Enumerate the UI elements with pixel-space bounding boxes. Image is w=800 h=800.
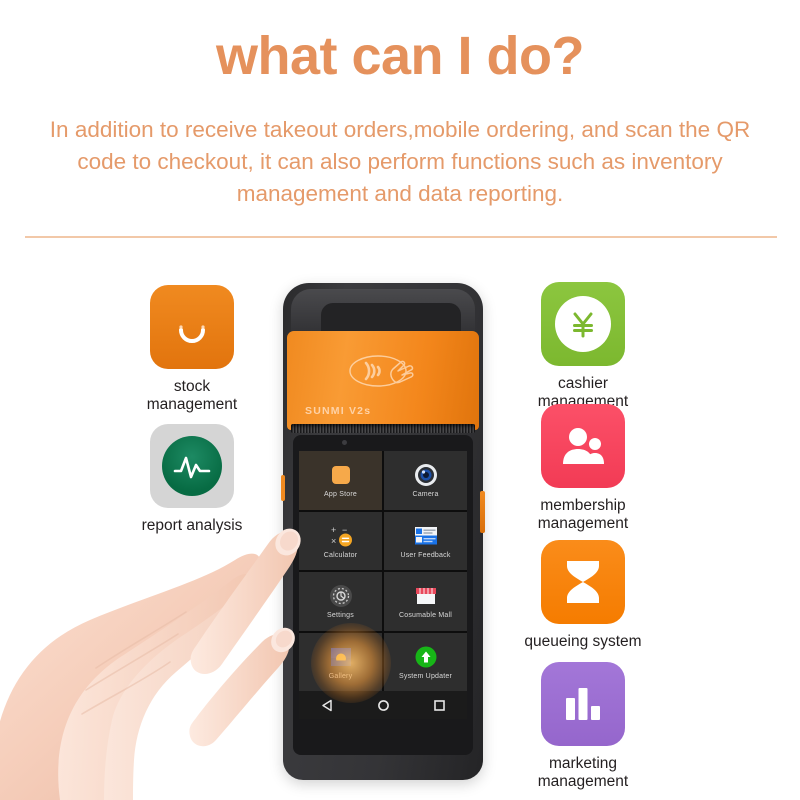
paper-slot [291, 424, 475, 433]
shop-awning-icon [413, 583, 439, 609]
shopping-bag-glyph [179, 325, 205, 343]
feedback-card-icon [413, 523, 439, 549]
square-recents-icon[interactable] [433, 699, 446, 712]
feature-label-line1: marketing [548, 755, 618, 772]
bar-chart-icon [541, 662, 625, 746]
app-label: User Feedback [400, 551, 451, 559]
feature-label-line2: management [146, 396, 238, 414]
hourglass-icon [541, 540, 625, 624]
feature-label: membership management [508, 497, 658, 534]
feature-label-line1: queueing system [524, 633, 642, 650]
feature-label-line1: membership [540, 497, 626, 514]
power-button[interactable] [480, 491, 485, 533]
printer-cover: SUNMI V2s [287, 331, 479, 430]
feature-marketing-management[interactable]: marketing management [508, 662, 658, 792]
people-glyph [563, 428, 604, 464]
feature-label-line2: management [537, 515, 629, 533]
feature-label: stock management [117, 378, 267, 415]
printer-lid-recess [321, 303, 461, 333]
shopping-bag-icon [150, 285, 234, 369]
coin-circle [555, 296, 611, 352]
header-divider [25, 236, 777, 238]
yen-coin-icon [541, 282, 625, 366]
page-subtitle: In addition to receive takeout orders,mo… [49, 117, 751, 206]
feature-label: queueing system [508, 633, 658, 651]
hourglass-glyph [567, 561, 599, 603]
device-brand-label: SUNMI V2s [305, 405, 372, 417]
page-title: what can I do? [215, 26, 585, 86]
pointing-hand [0, 528, 301, 800]
feature-label-line1: stock [173, 378, 211, 395]
app-label: Cosumable Mall [399, 612, 452, 620]
feature-label: marketing management [508, 755, 658, 792]
feature-label-line1: cashier [558, 375, 608, 392]
device-top-shell [291, 289, 475, 335]
contactless-tap-icon [349, 355, 414, 387]
feature-label-line2: management [537, 773, 629, 791]
feature-cashier-management[interactable]: cashier management [508, 282, 658, 412]
feature-membership-management[interactable]: membership management [508, 404, 658, 534]
app-label: Camera [412, 491, 439, 499]
app-label: System Updater [399, 672, 452, 680]
yen-glyph [573, 312, 593, 338]
feature-stock-management[interactable]: stock management [117, 285, 267, 415]
infographic-page: what can I do? In addition to receive ta… [0, 0, 800, 800]
feature-queueing-system[interactable]: queueing system [508, 540, 658, 651]
people-icon [541, 404, 625, 488]
bar-chart-glyph [566, 688, 600, 720]
up-arrow-circle-icon [413, 644, 439, 670]
camera-icon [413, 462, 439, 488]
